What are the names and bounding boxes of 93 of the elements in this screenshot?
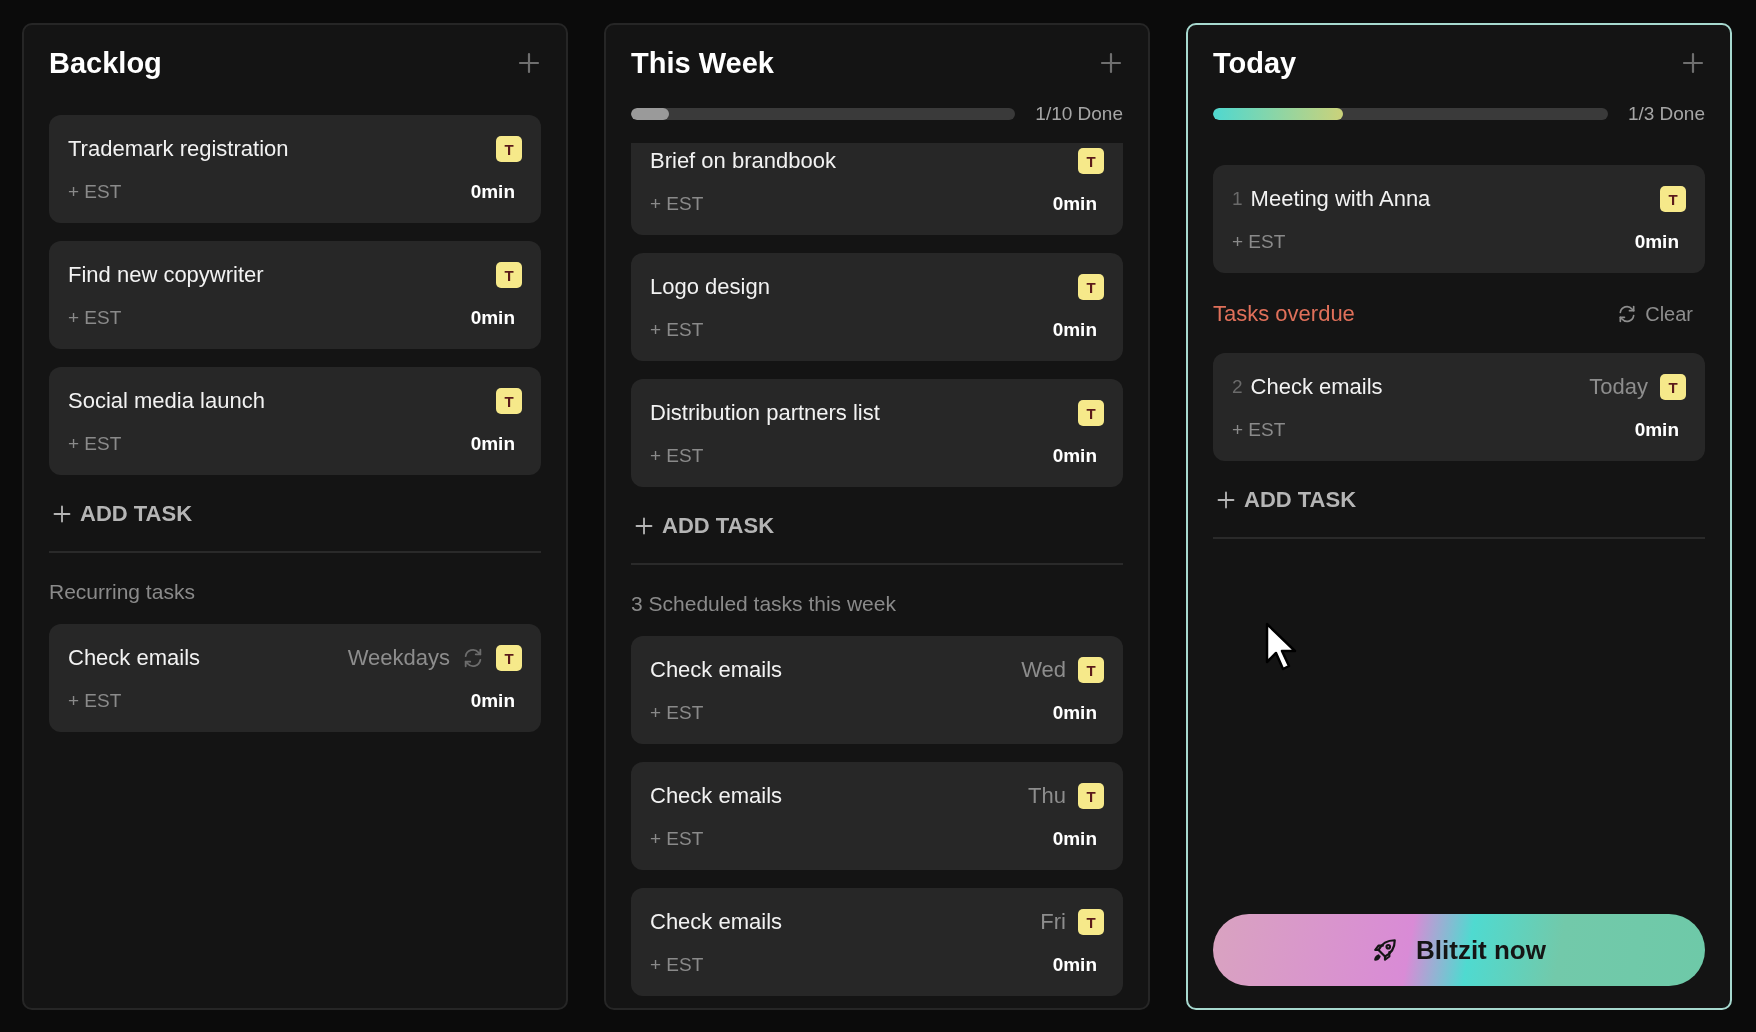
blitzit-now-button[interactable]: Blitzit now [1213,914,1705,986]
time-spent: 0min [470,181,515,203]
rocket-icon [1372,937,1398,963]
task-title: Brief on brandbook [650,148,836,174]
time-spent: 0min [470,307,515,329]
task-card[interactable]: Check emails Thu T + EST 0min [631,762,1123,870]
refresh-icon [1617,304,1638,324]
tag-badge[interactable]: T [1078,657,1104,683]
tag-badge[interactable]: T [1078,274,1104,300]
section-label: Recurring tasks [49,580,196,604]
add-button[interactable] [517,51,541,75]
task-card[interactable]: Brief on brandbook T + EST 0min [631,143,1123,235]
plus-icon [517,51,541,75]
task-title: Check emails [650,783,783,809]
column-title: Backlog [49,46,162,80]
task-schedule: Wed [1021,657,1066,683]
task-title: Check emails [650,657,783,683]
estimate-button[interactable]: + EST [650,319,704,341]
task-card[interactable]: Trademark registration T + EST 0min [49,115,541,223]
progress-label: 1/10 Done [1035,103,1123,125]
task-card[interactable]: Social media launch T + EST 0min [49,367,541,475]
task-title: Logo design [650,274,770,300]
task-title: Social media launch [68,388,265,414]
task-schedule: Today [1589,374,1648,400]
plus-icon [1099,51,1123,75]
task-card[interactable]: Find new copywriter T + EST 0min [49,241,541,349]
task-card[interactable]: Check emails Fri T + EST 0min [631,888,1123,996]
time-spent: 0min [470,433,515,455]
time-spent: 0min [1052,319,1097,341]
task-card[interactable]: Logo design T + EST 0min [631,253,1123,361]
estimate-button[interactable]: + EST [650,445,704,467]
add-button[interactable] [1099,51,1123,75]
time-spent: 0min [1052,193,1097,215]
repeat-icon [462,647,484,669]
time-spent: 0min [1052,702,1097,724]
plus-icon [52,504,72,524]
tag-badge[interactable]: T [1660,374,1686,400]
tag-badge[interactable]: T [1078,400,1104,426]
task-number: 2 [1232,376,1243,398]
time-spent: 0min [1634,231,1679,253]
add-task-button[interactable]: ADD TASK [49,499,541,529]
estimate-button[interactable]: + EST [650,954,704,976]
time-spent: 0min [1052,954,1097,976]
add-button[interactable] [1681,51,1705,75]
tag-badge[interactable]: T [1078,148,1104,174]
task-title: Meeting with Anna [1250,186,1431,212]
task-schedule: Thu [1028,783,1066,809]
estimate-button[interactable]: + EST [68,690,122,712]
estimate-button[interactable]: + EST [68,433,122,455]
time-spent: 0min [1634,419,1679,441]
overdue-label: Tasks overdue [1213,301,1355,327]
add-task-button[interactable]: ADD TASK [1213,485,1705,515]
task-card[interactable]: Distribution partners list T + EST 0min [631,379,1123,487]
estimate-button[interactable]: + EST [68,307,122,329]
section-label: 3 Scheduled tasks this week [631,592,897,616]
task-title: Find new copywriter [68,262,264,288]
task-title: Distribution partners list [650,400,880,426]
task-card[interactable]: 1 Meeting with Anna T + EST 0min [1213,165,1705,273]
column-title: Today [1213,46,1297,80]
tag-badge[interactable]: T [1078,783,1104,809]
task-card[interactable]: Check emails Weekdays T + EST 0min [49,624,541,732]
time-spent: 0min [470,690,515,712]
tag-badge[interactable]: T [496,136,522,162]
tag-badge[interactable]: T [496,645,522,671]
task-schedule: Weekdays [347,645,450,671]
task-number: 1 [1232,188,1243,210]
task-card[interactable]: Check emails Wed T + EST 0min [631,636,1123,744]
tag-badge[interactable]: T [496,388,522,414]
plus-icon [634,516,654,536]
tag-badge[interactable]: T [1078,909,1104,935]
clear-button[interactable]: Clear [1617,302,1705,326]
task-card[interactable]: 2 Check emails Today T + EST 0min [1213,353,1705,461]
tag-badge[interactable]: T [496,262,522,288]
task-title: Check emails [68,645,201,671]
estimate-button[interactable]: + EST [650,828,704,850]
estimate-button[interactable]: + EST [650,193,704,215]
estimate-button[interactable]: + EST [1232,231,1286,253]
task-title: Trademark registration [68,136,289,162]
tag-badge[interactable]: T [1660,186,1686,212]
time-spent: 0min [1052,828,1097,850]
plus-icon [1216,490,1236,510]
progress-label: 1/3 Done [1627,103,1705,125]
task-title: Check emails [1250,374,1383,400]
estimate-button[interactable]: + EST [650,702,704,724]
column-title: This Week [631,46,774,80]
add-task-button[interactable]: ADD TASK [631,511,1123,541]
task-schedule: Fri [1040,909,1066,935]
task-title: Check emails [650,909,783,935]
mouse-pointer-icon [1265,622,1299,672]
time-spent: 0min [1052,445,1097,467]
estimate-button[interactable]: + EST [68,181,122,203]
estimate-button[interactable]: + EST [1232,419,1286,441]
plus-icon [1681,51,1705,75]
